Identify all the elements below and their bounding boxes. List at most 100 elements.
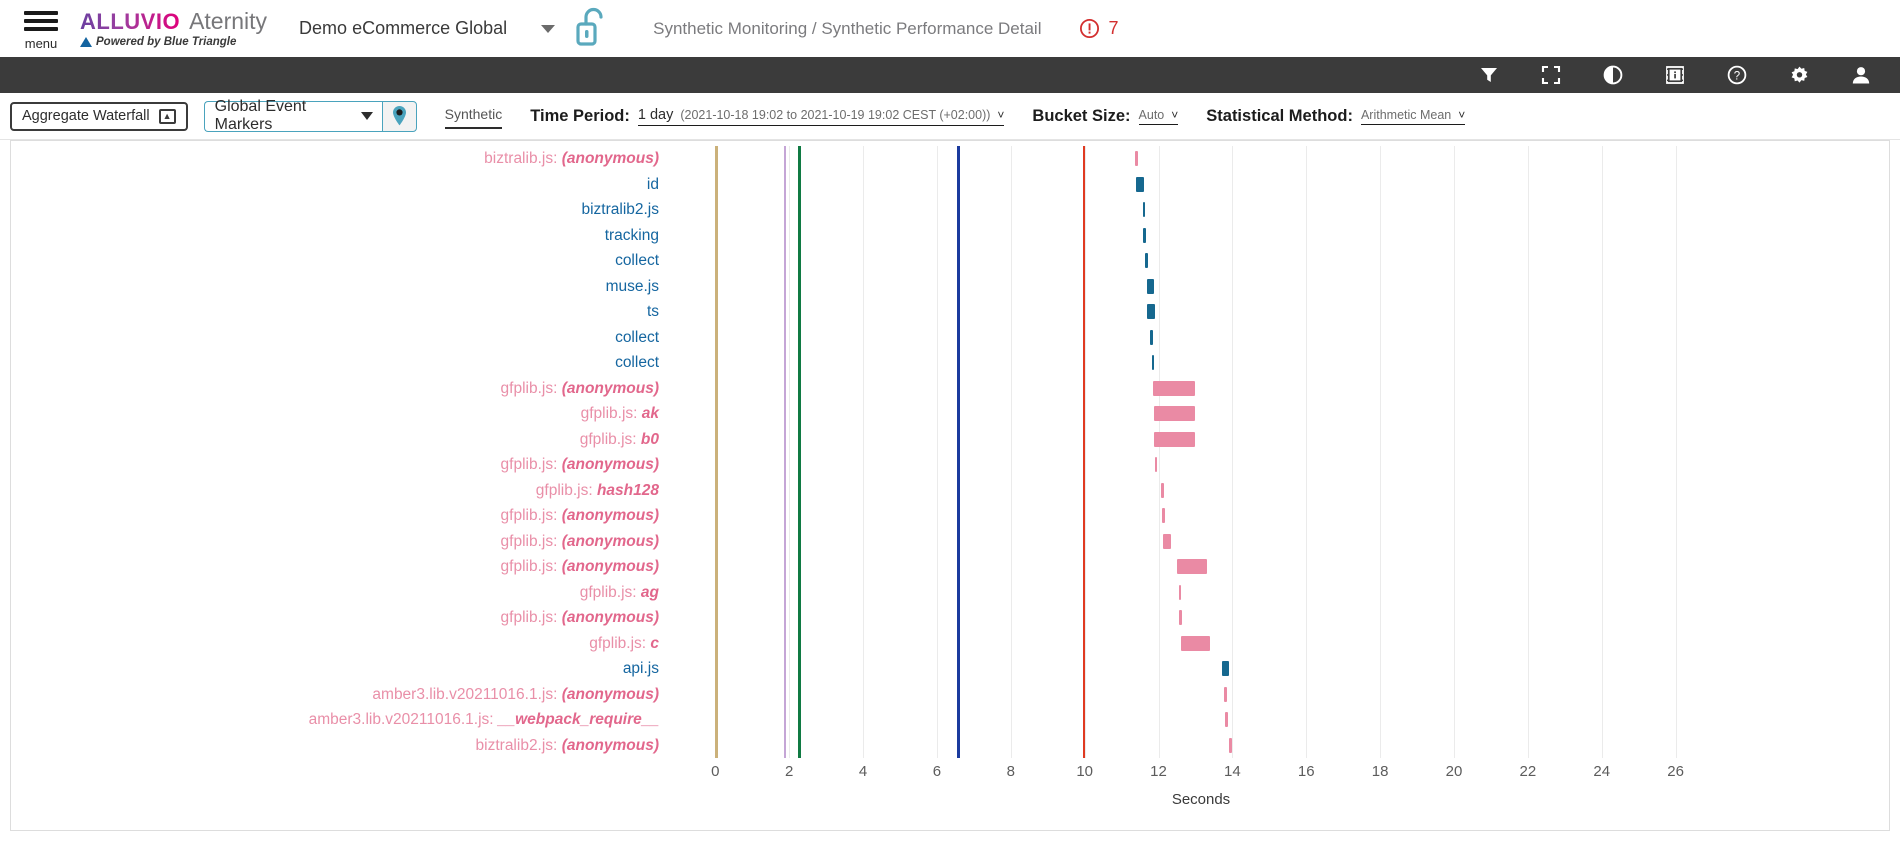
script-file-name: biztralib.js: <box>484 150 562 167</box>
waterfall-row-label[interactable]: biztralib2.js: (anonymous) <box>476 733 659 758</box>
waterfall-bar[interactable] <box>1134 151 1139 167</box>
brand-logo: ALLUVIO Aternity Powered by Blue Triangl… <box>80 9 267 48</box>
script-file-name: biztralib2.js: <box>475 736 562 754</box>
waterfall-row-label[interactable]: gfplib.js: ag <box>580 580 659 605</box>
fullscreen-icon[interactable] <box>1540 64 1562 86</box>
waterfall-row-label[interactable]: gfplib.js: (anonymous) <box>501 605 659 630</box>
event-marker-line[interactable] <box>783 146 787 758</box>
chevron-down-icon <box>360 112 373 120</box>
waterfall-row-label[interactable]: biztralib2.js <box>581 197 659 222</box>
aggregate-waterfall-label: Aggregate Waterfall <box>22 108 150 124</box>
contrast-icon[interactable] <box>1602 64 1624 86</box>
waterfall-bar[interactable] <box>1229 737 1232 753</box>
x-axis-tick-label: 22 <box>1519 763 1537 780</box>
chevron-down-icon <box>541 24 556 33</box>
waterfall-row-label[interactable]: ts <box>647 299 659 324</box>
waterfall-bar[interactable] <box>1153 380 1196 396</box>
waterfall-bar[interactable] <box>1143 227 1146 243</box>
waterfall-row-label[interactable]: biztralib.js: (anonymous) <box>484 146 659 171</box>
waterfall-row-label[interactable]: gfplib.js: (anonymous) <box>501 376 659 401</box>
waterfall-bar[interactable] <box>1146 278 1155 294</box>
filter-icon[interactable] <box>1478 64 1500 86</box>
waterfall-bar[interactable] <box>1224 686 1227 702</box>
unlock-button[interactable] <box>575 5 609 52</box>
waterfall-bar[interactable] <box>1222 661 1230 677</box>
time-period-select[interactable]: 1 day (2021-10-18 19:02 to 2021-10-19 19… <box>637 107 1005 126</box>
time-period-detail: (2021-10-18 19:02 to 2021-10-19 19:02 CE… <box>680 107 991 122</box>
waterfall-bar[interactable] <box>1178 584 1182 600</box>
function-name: (anonymous) <box>561 609 659 626</box>
chevron-down-icon: ˅ <box>1458 107 1466 122</box>
waterfall-bar[interactable] <box>1225 712 1228 728</box>
settings-gear-icon[interactable] <box>1788 64 1810 86</box>
waterfall-row-label[interactable]: muse.js <box>606 274 659 299</box>
bucket-size-select[interactable]: Auto ˅ <box>1138 108 1179 125</box>
waterfall-bar[interactable] <box>1179 610 1182 626</box>
waterfall-row-label[interactable]: gfplib.js: (anonymous) <box>501 554 659 579</box>
waterfall-row-label[interactable]: amber3.lib.v20211016.1.js: (anonymous) <box>372 682 659 707</box>
waterfall-row-label[interactable]: tracking <box>605 223 659 248</box>
waterfall-row-label[interactable]: gfplib.js: ak <box>581 401 659 426</box>
waterfall-bar[interactable] <box>1181 635 1211 651</box>
waterfall-row-label[interactable]: amber3.lib.v20211016.1.js: __webpack_req… <box>309 707 659 732</box>
user-account-icon[interactable] <box>1850 64 1872 86</box>
waterfall-bar[interactable] <box>1162 533 1172 549</box>
tab-synthetic[interactable]: Synthetic <box>444 103 503 129</box>
waterfall-bar[interactable] <box>1136 176 1145 192</box>
waterfall-row-label[interactable]: gfplib.js: (anonymous) <box>501 529 659 554</box>
x-axis-tick-label: 2 <box>785 763 794 780</box>
waterfall-row-label[interactable]: id <box>647 172 659 197</box>
bucket-size-field: Bucket Size: Auto ˅ <box>1032 106 1179 126</box>
resource-name: ts <box>646 303 659 320</box>
function-name: (anonymous) <box>561 456 659 473</box>
waterfall-row-label[interactable]: gfplib.js: b0 <box>580 427 659 452</box>
waterfall-bar[interactable] <box>1154 406 1196 422</box>
script-file-name: gfplib.js: <box>500 379 562 397</box>
waterfall-bar[interactable] <box>1161 482 1164 498</box>
waterfall-row-label[interactable]: collect <box>615 325 659 350</box>
waterfall-bar[interactable] <box>1145 253 1148 269</box>
script-file-name: gfplib.js: <box>500 609 562 626</box>
waterfall-bar[interactable] <box>1176 559 1207 575</box>
event-marker-line[interactable] <box>957 146 960 758</box>
waterfall-row-label[interactable]: gfplib.js: c <box>589 631 659 656</box>
chart-control-bar: Aggregate Waterfall ▲ Global Event Marke… <box>0 93 1900 140</box>
account-selector[interactable]: Demo eCommerce Global <box>299 18 556 39</box>
waterfall-row-label[interactable]: api.js <box>623 656 659 681</box>
alert-count: 7 <box>1108 18 1119 38</box>
event-marker-line[interactable] <box>798 146 801 758</box>
marker-pin-button[interactable] <box>381 100 417 132</box>
help-icon[interactable]: ? <box>1726 64 1748 86</box>
resource-name: id <box>646 175 659 193</box>
aggregate-waterfall-button[interactable]: Aggregate Waterfall ▲ <box>10 101 188 131</box>
waterfall-bar[interactable] <box>1162 508 1165 524</box>
time-period-field: Time Period: 1 day (2021-10-18 19:02 to … <box>530 107 1005 126</box>
waterfall-row-label[interactable]: gfplib.js: (anonymous) <box>501 452 659 477</box>
resource-name: collect <box>615 354 659 371</box>
statistical-method-select[interactable]: Arithmetic Mean ˅ <box>1360 107 1466 125</box>
waterfall-bar[interactable] <box>1150 329 1153 345</box>
waterfall-bar[interactable] <box>1142 202 1146 218</box>
waterfall-bar[interactable] <box>1154 457 1158 473</box>
waterfall-row-labels: biztralib.js: (anonymous) id biztralib2.js… <box>11 146 659 758</box>
waterfall-row-label[interactable]: collect <box>615 248 659 273</box>
script-file-name: gfplib.js: <box>535 481 597 499</box>
map-pin-icon <box>392 106 406 126</box>
bucket-size-label: Bucket Size: <box>1032 106 1131 125</box>
event-marker-line[interactable] <box>1082 146 1086 758</box>
waterfall-plot-area[interactable] <box>671 146 1731 758</box>
event-marker-line[interactable] <box>715 146 718 758</box>
waterfall-bar[interactable] <box>1146 304 1155 320</box>
waterfall-row-label[interactable]: collect <box>615 350 659 375</box>
alert-indicator[interactable]: 7 <box>1079 18 1118 39</box>
waterfall-row-label[interactable]: gfplib.js: (anonymous) <box>501 503 659 528</box>
gridline <box>1453 146 1455 758</box>
resource-name: tracking <box>604 226 659 244</box>
waterfall-bar[interactable] <box>1154 431 1196 447</box>
global-event-markers-select[interactable]: Global Event Markers <box>203 98 382 133</box>
gridline <box>1601 146 1603 758</box>
film-info-icon[interactable] <box>1664 64 1686 86</box>
menu-button[interactable]: menu <box>10 7 72 51</box>
waterfall-row-label[interactable]: gfplib.js: hash128 <box>536 478 659 503</box>
waterfall-bar[interactable] <box>1151 355 1155 371</box>
